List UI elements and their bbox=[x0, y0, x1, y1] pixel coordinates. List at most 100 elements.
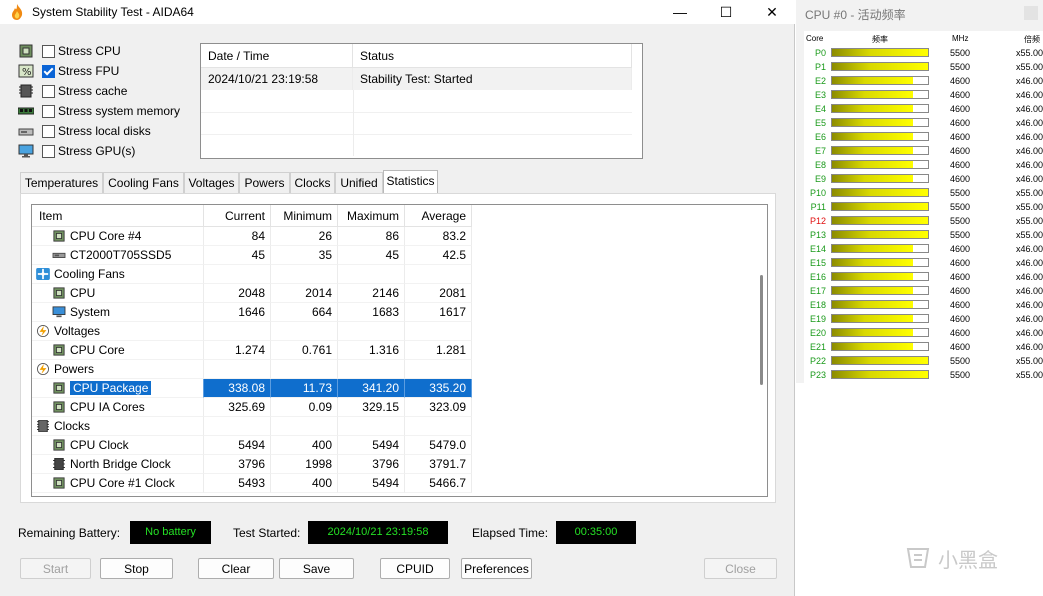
cell-item: Powers bbox=[32, 360, 204, 379]
col-header-minimum[interactable]: Minimum bbox=[271, 205, 338, 227]
stress-checkbox[interactable] bbox=[42, 85, 55, 98]
tab-powers[interactable]: Powers bbox=[239, 172, 290, 193]
cell-avg bbox=[405, 360, 472, 379]
stress-checkbox[interactable] bbox=[42, 45, 55, 58]
cell-item: CPU Package bbox=[32, 379, 204, 398]
core-mhz: 4600 bbox=[949, 146, 970, 156]
tab-voltages[interactable]: Voltages bbox=[184, 172, 239, 193]
col-header-datetime[interactable]: Date / Time bbox=[201, 44, 353, 68]
col-header-average[interactable]: Average bbox=[405, 205, 472, 227]
tab-cooling-fans[interactable]: Cooling Fans bbox=[103, 172, 184, 193]
battery-value: No battery bbox=[130, 521, 211, 544]
tab-unified[interactable]: Unified bbox=[335, 172, 383, 193]
stress-option[interactable]: Stress local disks bbox=[18, 123, 188, 141]
col-header-current[interactable]: Current bbox=[204, 205, 271, 227]
stress-label: Stress cache bbox=[58, 84, 128, 98]
minimize-button[interactable]: — bbox=[657, 0, 703, 24]
memory-module-icon bbox=[17, 107, 35, 115]
tab-clocks[interactable]: Clocks bbox=[290, 172, 335, 193]
core-mhz: 5500 bbox=[949, 230, 970, 240]
stress-checkbox[interactable] bbox=[42, 105, 55, 118]
stress-option[interactable]: Stress GPU(s) bbox=[18, 143, 188, 161]
core-freq-bar bbox=[831, 328, 929, 337]
group-row[interactable]: Voltages bbox=[32, 322, 472, 341]
core-freq-fill bbox=[832, 91, 913, 98]
table-row[interactable]: CPU Package 338.08 11.73 341.20 335.20 bbox=[32, 379, 472, 398]
preferences-button[interactable]: Preferences bbox=[461, 558, 532, 579]
cpu-chip-icon bbox=[18, 44, 34, 58]
core-name: E5 bbox=[814, 118, 826, 128]
cell-avg: 42.5 bbox=[405, 246, 472, 265]
cell-current bbox=[204, 322, 271, 341]
core-freq-bar bbox=[831, 286, 929, 295]
core-freq-fill bbox=[832, 119, 913, 126]
tab-temperatures[interactable]: Temperatures bbox=[20, 172, 103, 193]
core-multiplier: x46.00 bbox=[1015, 90, 1043, 100]
group-row[interactable]: Powers bbox=[32, 360, 472, 379]
col-header-item[interactable]: Item bbox=[32, 205, 204, 227]
core-multiplier: x46.00 bbox=[1015, 132, 1043, 142]
core-multiplier: x46.00 bbox=[1015, 118, 1043, 128]
status-row[interactable]: 2024/10/21 23:19:58 Stability Test: Star… bbox=[201, 68, 632, 90]
table-row[interactable]: CPU Core 1.274 0.761 1.316 1.281 bbox=[32, 341, 472, 360]
stress-option[interactable]: Stress system memory bbox=[17, 103, 188, 121]
table-row[interactable]: CPU 2048 2014 2146 2081 bbox=[32, 284, 472, 303]
core-multiplier: x55.00 bbox=[1015, 62, 1043, 72]
stress-checkbox[interactable] bbox=[42, 125, 55, 138]
grid-line bbox=[353, 90, 354, 156]
cell-avg: 5466.7 bbox=[405, 474, 472, 493]
close-window-button[interactable]: ✕ bbox=[749, 0, 795, 24]
table-row[interactable]: CPU Core #1 Clock 5493 400 5494 5466.7 bbox=[32, 474, 472, 493]
start-button[interactable]: Start bbox=[20, 558, 91, 579]
monitor-close-icon[interactable] bbox=[1024, 6, 1038, 20]
core-mhz: 4600 bbox=[949, 244, 970, 254]
table-row[interactable]: CPU Core #4 84 26 86 83.2 bbox=[32, 227, 472, 246]
stress-option[interactable]: Stress cache bbox=[18, 83, 188, 101]
table-row[interactable]: CPU Clock 5494 400 5494 5479.0 bbox=[32, 436, 472, 455]
close-button[interactable]: Close bbox=[704, 558, 777, 579]
stress-checkbox[interactable] bbox=[42, 65, 55, 78]
elapsed-time-value: 00:35:00 bbox=[556, 521, 636, 544]
clear-button[interactable]: Clear bbox=[198, 558, 274, 579]
table-row[interactable]: CPU IA Cores 325.69 0.09 329.15 323.09 bbox=[32, 398, 472, 417]
core-freq-fill bbox=[832, 357, 928, 364]
core-row: E7 4600 x46.00 bbox=[804, 144, 1043, 158]
stress-option[interactable]: % Stress FPU bbox=[18, 63, 188, 81]
battery-label: Remaining Battery: bbox=[18, 526, 121, 540]
core-mhz: 5500 bbox=[949, 356, 970, 366]
core-mhz: 4600 bbox=[949, 328, 970, 338]
core-freq-fill bbox=[832, 287, 913, 294]
core-mhz: 4600 bbox=[949, 76, 970, 86]
item-name: Powers bbox=[54, 362, 95, 376]
table-row[interactable]: System 1646 664 1683 1617 bbox=[32, 303, 472, 322]
table-row[interactable]: CT2000T705SSD5 45 35 45 42.5 bbox=[32, 246, 472, 265]
scrollbar-thumb[interactable] bbox=[760, 275, 763, 385]
save-button[interactable]: Save bbox=[279, 558, 354, 579]
cell-max bbox=[338, 322, 405, 341]
test-started-value: 2024/10/21 23:19:58 bbox=[308, 521, 448, 544]
cpu-chip-icon bbox=[53, 477, 65, 489]
group-row[interactable]: Clocks bbox=[32, 417, 472, 436]
stress-label: Stress GPU(s) bbox=[58, 144, 136, 158]
cpuid-button[interactable]: CPUID bbox=[380, 558, 450, 579]
monitor-gpu-icon bbox=[18, 144, 34, 158]
group-row[interactable]: Cooling Fans bbox=[32, 265, 472, 284]
core-multiplier: x46.00 bbox=[1015, 300, 1043, 310]
elapsed-time-label: Elapsed Time: bbox=[472, 526, 549, 540]
col-header-maximum[interactable]: Maximum bbox=[338, 205, 405, 227]
core-multiplier: x46.00 bbox=[1015, 286, 1043, 296]
table-row[interactable]: North Bridge Clock 3796 1998 3796 3791.7 bbox=[32, 455, 472, 474]
stress-checkbox[interactable] bbox=[42, 145, 55, 158]
core-row: E15 4600 x46.00 bbox=[804, 256, 1043, 270]
maximize-button[interactable]: ☐ bbox=[703, 0, 749, 24]
cpu-chip-icon bbox=[19, 44, 33, 58]
cell-current: 45 bbox=[204, 246, 271, 265]
col-header-status[interactable]: Status bbox=[353, 44, 632, 68]
vertical-scrollbar[interactable] bbox=[757, 205, 767, 496]
stop-button[interactable]: Stop bbox=[100, 558, 173, 579]
tab-statistics[interactable]: Statistics bbox=[383, 170, 438, 193]
core-name: E18 bbox=[809, 300, 826, 310]
core-mhz: 5500 bbox=[949, 216, 970, 226]
core-row: E18 4600 x46.00 bbox=[804, 298, 1043, 312]
stress-option[interactable]: Stress CPU bbox=[18, 43, 188, 61]
